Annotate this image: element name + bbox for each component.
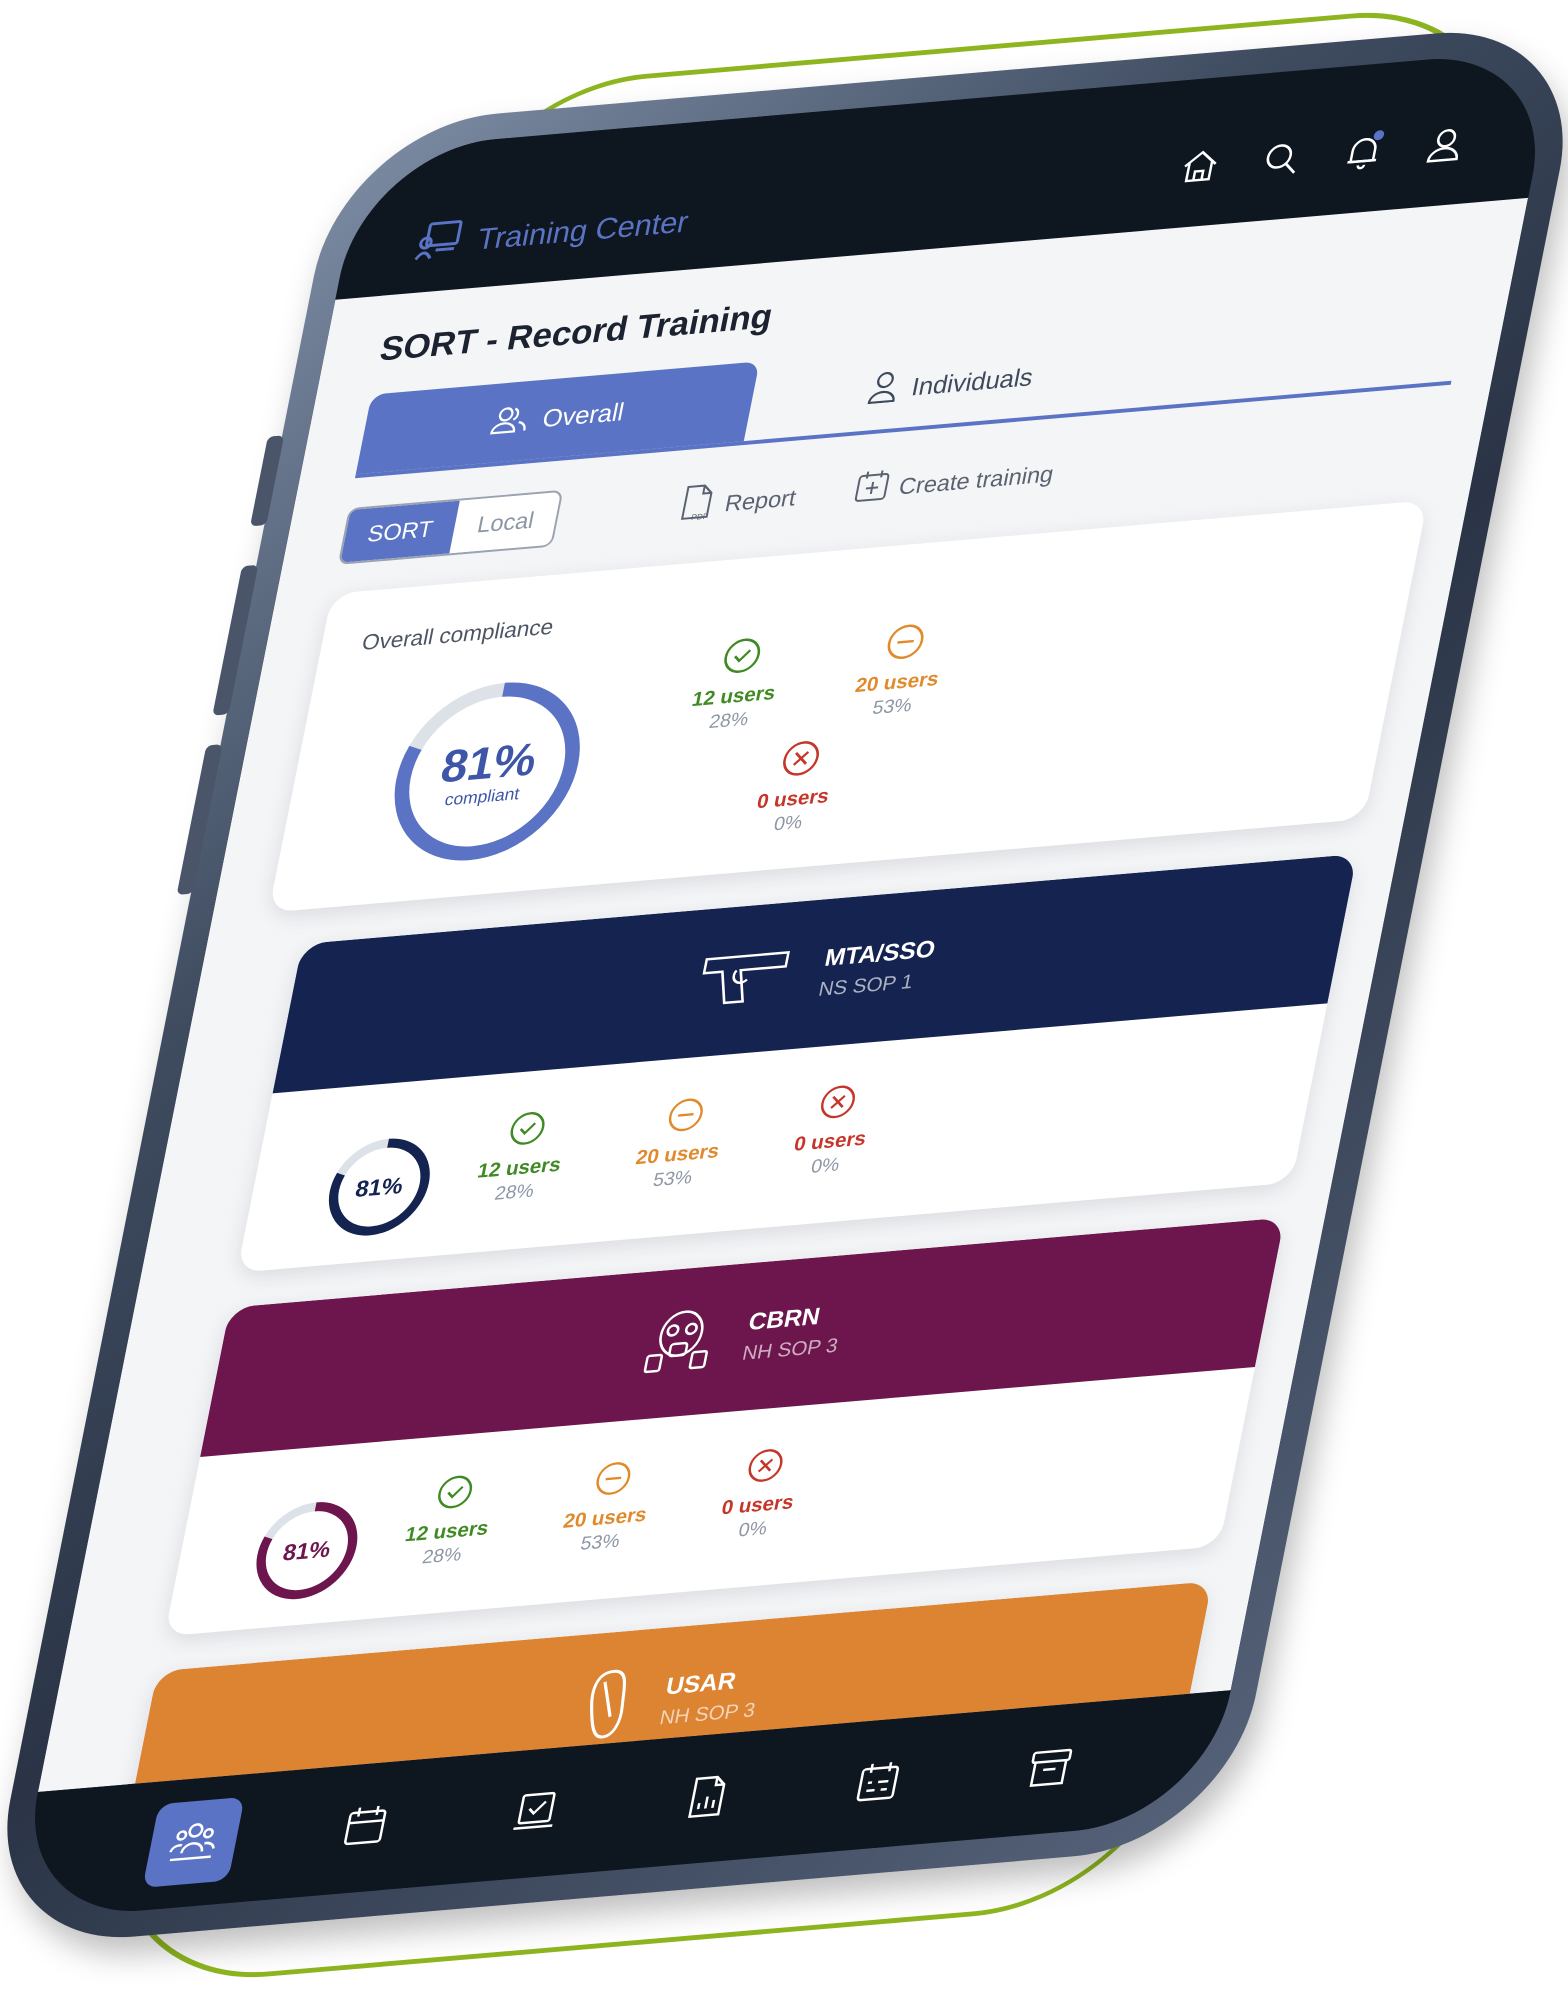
partial-stat: 20 users 53% <box>848 619 950 722</box>
partial-stat: 20 users 53% <box>556 1457 658 1558</box>
compliant-stat: 12 users 28% <box>398 1471 500 1572</box>
compliant-count: 12 users <box>403 1517 491 1547</box>
nav-schedule[interactable] <box>827 1738 929 1829</box>
brand[interactable]: Training Center <box>412 199 693 270</box>
compliant-stat: 12 users 28% <box>685 633 787 736</box>
tab-overall-label: Overall <box>540 397 627 433</box>
minus-circle-icon <box>662 1095 707 1139</box>
create-training-button[interactable]: Create training <box>850 454 1057 511</box>
x-circle-icon <box>815 1082 860 1126</box>
noncompliant-pct: 0% <box>771 811 805 836</box>
partial-count: 20 users <box>633 1140 722 1170</box>
users-icon <box>488 402 532 442</box>
toggle-local[interactable]: Local <box>449 491 562 554</box>
compliant-pct: 28% <box>707 708 751 734</box>
tab-overall[interactable]: Overall <box>355 361 760 475</box>
scene: Training Center SORT - Record Training O… <box>0 0 1568 2000</box>
user-icon <box>865 369 901 410</box>
home-icon[interactable] <box>1172 141 1228 191</box>
calendar-icon <box>338 1801 393 1854</box>
report-label: Report <box>722 483 799 516</box>
sop-name: CBRN <box>746 1302 823 1336</box>
minus-circle-icon <box>590 1459 635 1503</box>
header-icons <box>1172 120 1473 191</box>
svg-text:PDF: PDF <box>691 512 709 522</box>
user-icon[interactable] <box>1417 120 1473 170</box>
check-circle-icon <box>718 635 765 681</box>
compliant-pct: 28% <box>420 1544 464 1569</box>
report-icon <box>682 1772 733 1824</box>
carabiner-icon <box>574 1665 641 1748</box>
noncompliant-count: 0 users <box>754 785 831 814</box>
overall-compliance-title: Overall compliance <box>359 613 556 656</box>
sop-code: NH SOP 3 <box>740 1334 840 1365</box>
phone-screen: Training Center SORT - Record Training O… <box>12 48 1558 1922</box>
sop-percent: 81% <box>280 1535 334 1566</box>
compliant-count: 12 users <box>690 682 778 712</box>
noncompliant-count: 0 users <box>719 1491 796 1520</box>
x-circle-icon <box>777 738 824 784</box>
noncompliant-pct: 0% <box>736 1518 769 1542</box>
source-toggle: SORT Local <box>337 489 564 565</box>
noncompliant-pct: 0% <box>809 1154 842 1178</box>
search-icon[interactable] <box>1254 134 1310 184</box>
partial-count: 20 users <box>853 668 941 698</box>
toggle-sort[interactable]: SORT <box>340 500 461 563</box>
nav-calendar[interactable] <box>314 1782 416 1873</box>
phone: Training Center SORT - Record Training O… <box>0 20 1568 1950</box>
check-circle-icon <box>504 1109 549 1153</box>
checklist-icon <box>509 1787 564 1840</box>
partial-stat: 20 users 53% <box>629 1093 731 1194</box>
sop-percent: 81% <box>353 1171 406 1202</box>
x-circle-icon <box>743 1446 788 1490</box>
sop-code: NS SOP 1 <box>816 970 916 1001</box>
tab-individuals-label: Individuals <box>909 362 1036 402</box>
check-circle-icon <box>432 1473 477 1517</box>
training-center-icon <box>412 218 466 270</box>
gas-mask-icon <box>636 1302 722 1383</box>
archive-icon <box>1022 1743 1077 1796</box>
pistol-icon <box>691 943 798 1016</box>
sop-name: MTA/SSO <box>822 935 938 972</box>
overall-compliance-card[interactable]: Overall compliance 81% compliant 12 user… <box>268 500 1428 913</box>
sop-code: NH SOP 3 <box>657 1698 758 1729</box>
report-button[interactable]: PDF Report <box>676 475 800 529</box>
compliant-count: 12 users <box>475 1153 563 1183</box>
schedule-icon <box>851 1758 906 1811</box>
noncompliant-count: 0 users <box>792 1127 869 1156</box>
nav-checklist[interactable] <box>485 1768 587 1859</box>
compliant-stat: 12 users 28% <box>471 1107 573 1208</box>
sop-compliance-ring: 81% <box>312 1127 446 1246</box>
nav-team[interactable] <box>142 1796 246 1888</box>
app-title: Training Center <box>474 205 691 257</box>
compliance-percent: 81% <box>436 732 542 793</box>
pdf-icon: PDF <box>676 482 719 529</box>
partial-count: 20 users <box>561 1503 649 1533</box>
page-title: SORT - Record Training <box>376 297 776 369</box>
main-content: SORT - Record Training Overall Individua… <box>37 197 1529 1793</box>
sop-name: USAR <box>663 1667 739 1700</box>
partial-pct: 53% <box>578 1530 622 1555</box>
partial-pct: 53% <box>651 1167 695 1192</box>
noncompliant-stat: 0 users 0% <box>750 736 841 838</box>
nav-archive[interactable] <box>998 1724 1100 1815</box>
create-training-label: Create training <box>896 459 1057 500</box>
compliant-pct: 28% <box>492 1180 536 1205</box>
bell-icon[interactable] <box>1335 127 1391 177</box>
sop-compliance-ring: 81% <box>240 1491 374 1610</box>
compliance-ring: 81% compliant <box>365 663 609 880</box>
team-icon <box>165 1816 224 1869</box>
noncompliant-stat: 0 users 0% <box>715 1445 805 1545</box>
calendar-add-icon <box>850 468 893 511</box>
partial-pct: 53% <box>870 694 914 720</box>
noncompliant-stat: 0 users 0% <box>787 1081 877 1181</box>
sop-card-mta-sso[interactable]: MTA/SSO NS SOP 1 81% 12 users 28% 20 use… <box>236 853 1358 1273</box>
minus-circle-icon <box>881 621 928 667</box>
tab-individuals[interactable]: Individuals <box>764 329 1137 439</box>
nav-report[interactable] <box>656 1753 758 1844</box>
sop-card-cbrn[interactable]: CBRN NH SOP 3 81% 12 users 28% 20 users … <box>164 1217 1285 1637</box>
